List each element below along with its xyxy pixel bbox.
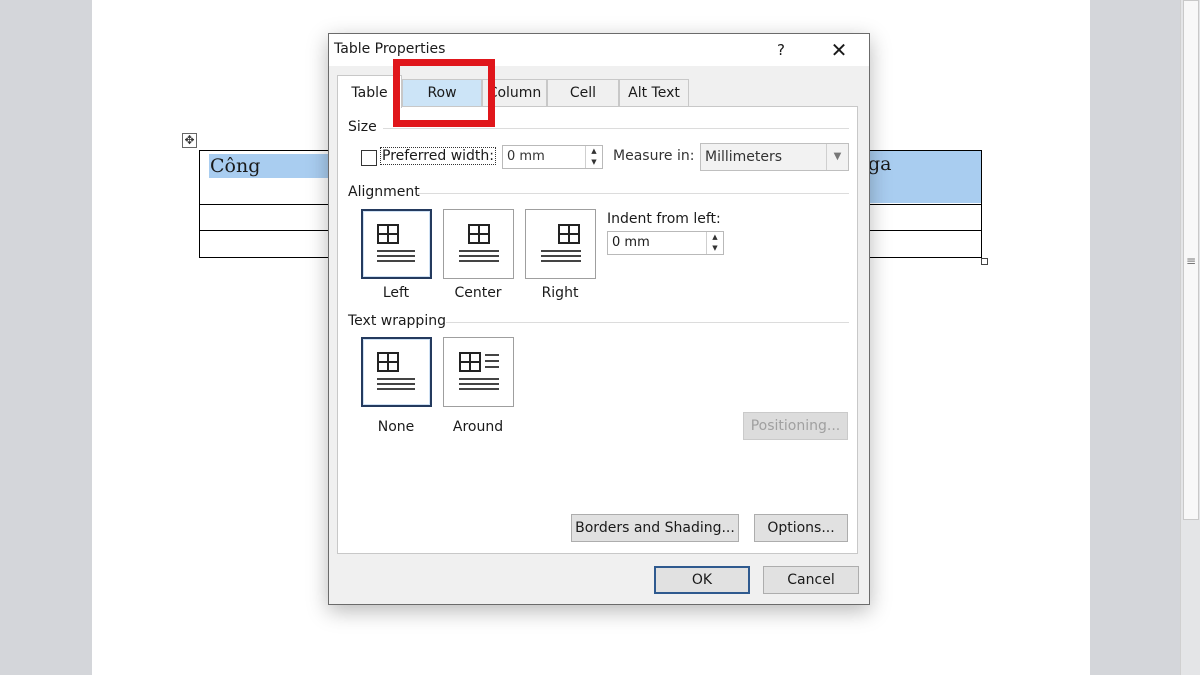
divider — [418, 193, 849, 194]
measure-in-value: Millimeters — [705, 149, 783, 165]
preferred-width-value: 0 mm — [507, 149, 545, 164]
preferred-width-checkbox[interactable] — [361, 150, 377, 166]
borders-and-shading-button[interactable]: Borders and Shading... — [571, 514, 739, 542]
preferred-width-input[interactable]: 0 mm ▲ ▼ — [502, 145, 603, 169]
align-right-label: Right — [541, 285, 579, 301]
size-heading: Size — [348, 119, 377, 135]
indent-from-left-label: Indent from left: — [607, 211, 721, 227]
align-left-label: Left — [382, 285, 410, 301]
divider — [446, 322, 849, 323]
wrap-none-option[interactable] — [361, 337, 432, 407]
divider — [383, 128, 849, 129]
table-cell-text: ga — [868, 151, 981, 203]
measure-in-select[interactable]: Millimeters ▼ — [700, 143, 849, 171]
indent-value: 0 mm — [612, 235, 650, 250]
spin-up-icon[interactable]: ▲ — [586, 146, 602, 157]
move-handle-icon[interactable]: ✥ — [182, 133, 197, 148]
preferred-width-label[interactable]: Preferred width: — [380, 147, 497, 165]
spin-up-icon[interactable]: ▲ — [707, 232, 723, 243]
indent-spinner[interactable]: ▲ ▼ — [706, 232, 723, 254]
positioning-button[interactable]: Positioning... — [743, 412, 848, 440]
spin-down-icon[interactable]: ▼ — [707, 243, 723, 254]
help-icon[interactable]: ? — [769, 38, 793, 62]
row-tab-highlight — [393, 59, 495, 127]
vertical-scrollbar[interactable]: ≡ — [1180, 0, 1200, 675]
align-right-option[interactable] — [525, 209, 596, 279]
spin-down-icon[interactable]: ▼ — [586, 157, 602, 168]
wrap-around-option[interactable] — [443, 337, 514, 407]
dropdown-arrow-icon[interactable]: ▼ — [826, 144, 848, 170]
ok-button[interactable]: OK — [654, 566, 750, 594]
tab-cell[interactable]: Cell — [547, 79, 619, 107]
table-properties-dialog: Table Properties ? ✕ Table Row Column Ce… — [328, 33, 870, 605]
wrap-around-label: Around — [452, 419, 504, 435]
options-button[interactable]: Options... — [754, 514, 848, 542]
dialog-title: Table Properties — [334, 41, 446, 57]
align-left-option[interactable] — [361, 209, 432, 279]
cancel-button[interactable]: Cancel — [763, 566, 859, 594]
align-center-label: Center — [454, 285, 502, 301]
text-wrapping-heading: Text wrapping — [348, 313, 446, 329]
table-tab-panel: Size Preferred width: 0 mm ▲ ▼ Measure i… — [337, 106, 858, 554]
tab-alt-text[interactable]: Alt Text — [619, 79, 689, 107]
measure-in-label: Measure in: — [613, 148, 695, 164]
preferred-width-spinner[interactable]: ▲ ▼ — [585, 146, 602, 168]
close-icon[interactable]: ✕ — [822, 36, 856, 64]
scrollbar-thumb[interactable]: ≡ — [1183, 0, 1199, 520]
indent-from-left-input[interactable]: 0 mm ▲ ▼ — [607, 231, 724, 255]
table-cell-text: Công — [209, 154, 329, 178]
scroll-grip-icon: ≡ — [1185, 254, 1197, 268]
wrap-none-label: None — [377, 419, 415, 435]
table-resize-handle[interactable] — [981, 258, 988, 265]
alignment-heading: Alignment — [348, 184, 420, 200]
align-center-option[interactable] — [443, 209, 514, 279]
